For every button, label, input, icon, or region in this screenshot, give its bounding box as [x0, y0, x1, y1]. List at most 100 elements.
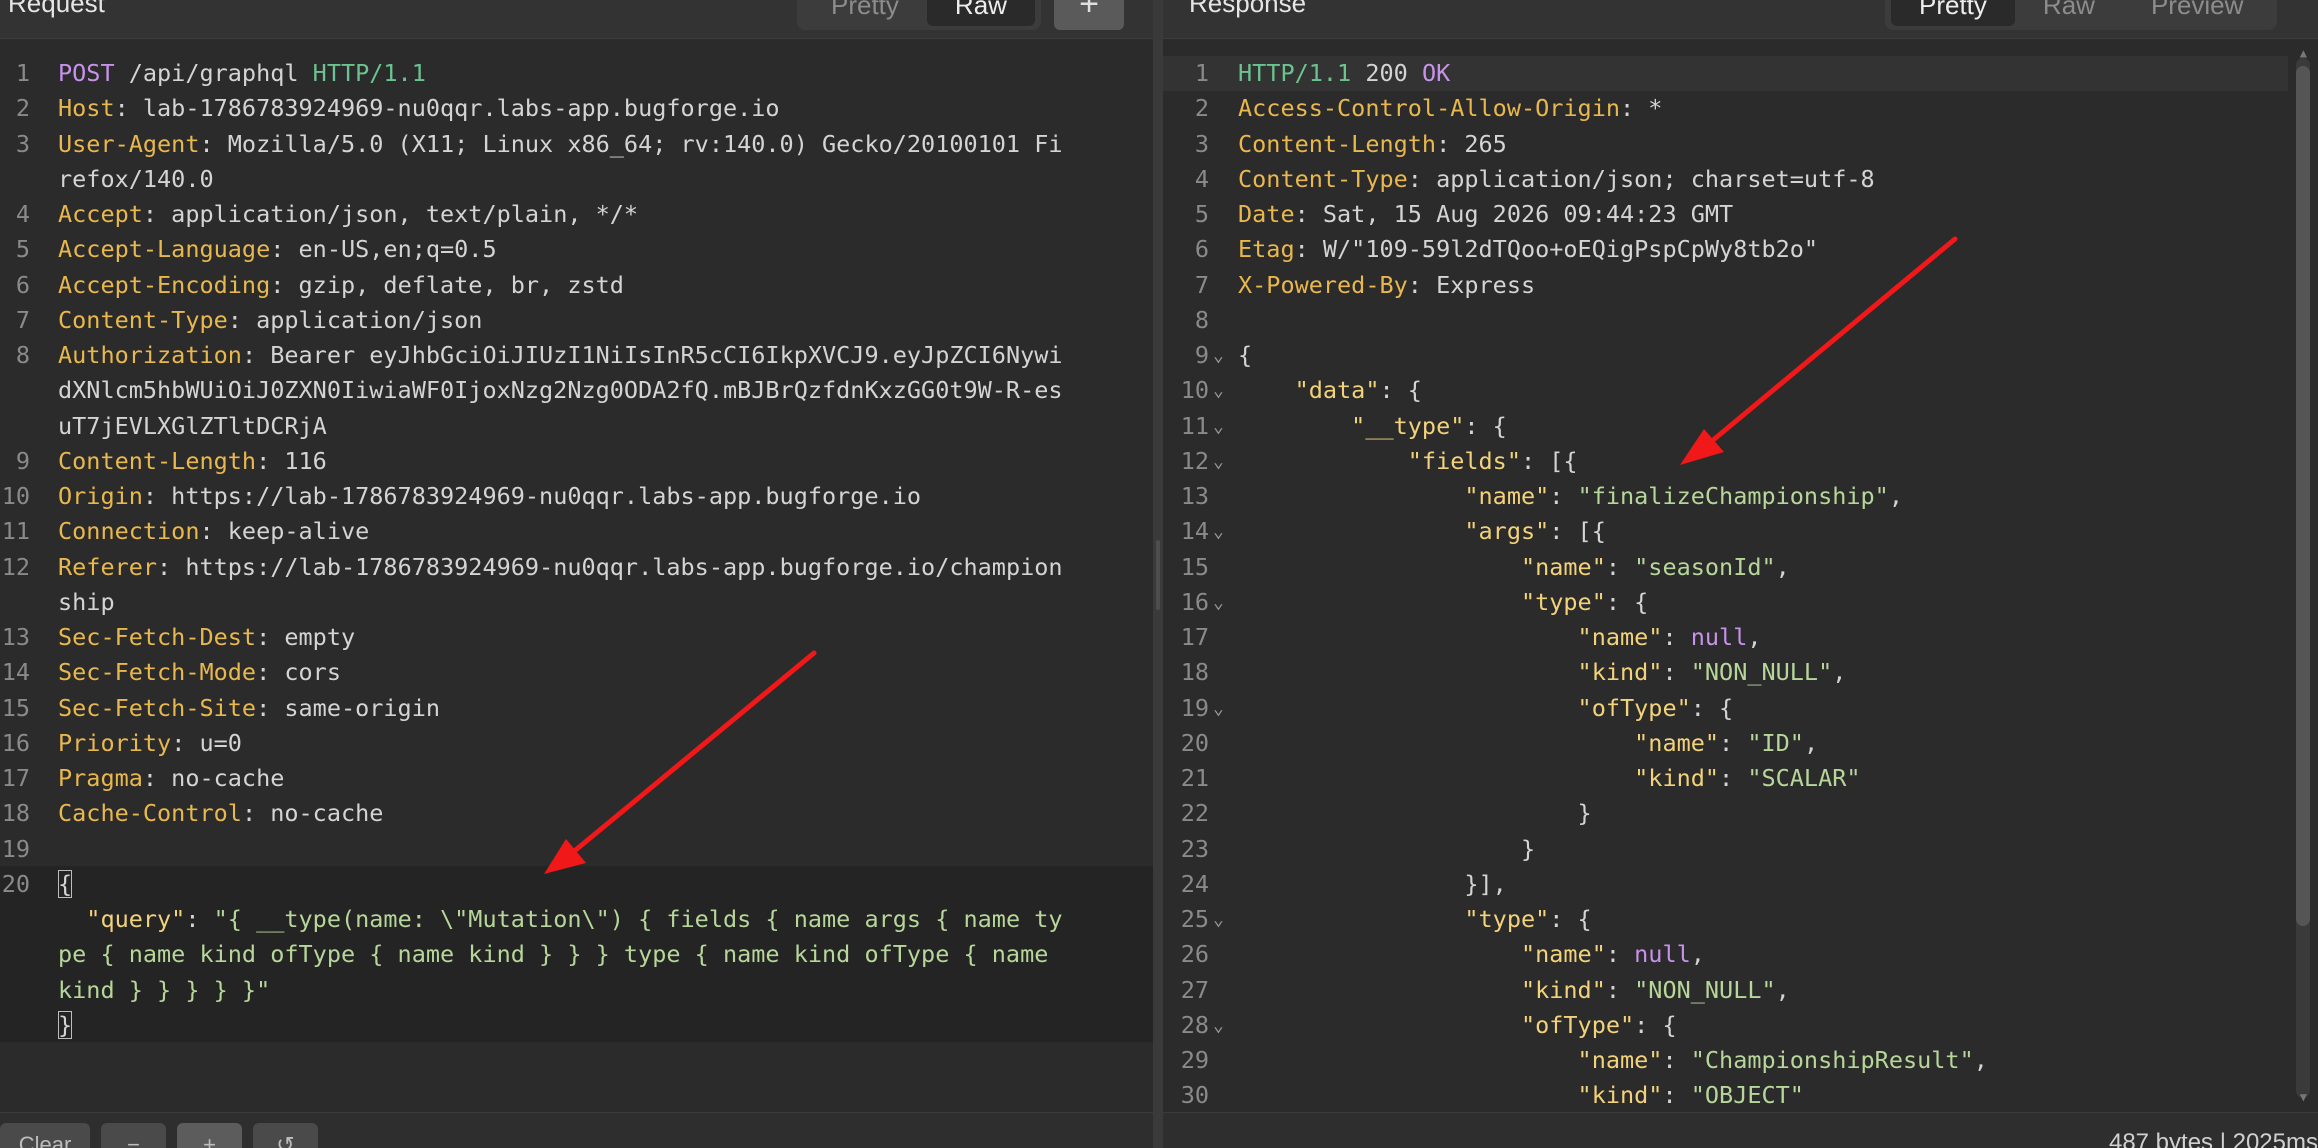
code-token: }	[1238, 799, 1592, 828]
code-line: 8	[1163, 303, 2318, 338]
line-number: 11	[1180, 411, 1209, 440]
fold-chevron-icon[interactable]: ⌄	[1213, 514, 1224, 549]
code-text: "data": {	[1238, 373, 1422, 408]
line-number: 24	[1180, 869, 1209, 898]
line-number: 28	[1180, 1010, 1209, 1039]
code-token: "NON_NULL"	[1634, 975, 1776, 1004]
line-number: 17	[1, 764, 30, 792]
code-token: : gzip, deflate, br, zstd	[270, 270, 624, 299]
code-token: : Bearer eyJhbGciOiJIUzI1NiIsInR5cCI6Ikp…	[241, 341, 1063, 369]
add-button[interactable]: +	[1054, 0, 1124, 30]
response-scrollbar[interactable]	[2296, 58, 2310, 1098]
code-token: X-Powered-By	[1238, 270, 1408, 299]
plus-button[interactable]: +	[177, 1123, 242, 1148]
code-text: {	[58, 867, 73, 902]
code-line: 20 "name": "ID",	[1163, 726, 2318, 761]
tab-pretty[interactable]: Pretty	[803, 0, 927, 26]
code-token: Access-Control-Allow-Origin	[1238, 94, 1621, 123]
code-line: "query": "{ __type(name: \"Mutation\") {…	[0, 902, 1153, 937]
clear-button[interactable]: Clear	[0, 1123, 90, 1148]
request-panel: Request Pretty Raw + 1 POST /api/graphql …	[0, 0, 1153, 1148]
code-token: Content-Length	[58, 446, 257, 475]
code-token: ,	[1747, 623, 1762, 651]
code-token: null	[1634, 940, 1691, 969]
code-line: refox/140.0	[0, 162, 1153, 197]
code-token: "finalizeChampionship"	[1577, 482, 1889, 510]
code-line: 26 "name": null,	[1163, 937, 2318, 972]
tab-preview[interactable]: Preview	[2123, 0, 2271, 26]
code-token: OK	[1421, 59, 1451, 87]
minus-button[interactable]: −	[101, 1123, 166, 1148]
tab-raw[interactable]: Raw	[926, 0, 1035, 26]
code-token: : {	[1464, 411, 1507, 440]
line-number: 5	[15, 235, 30, 264]
panel-divider[interactable]	[1153, 0, 1163, 1148]
tab-raw[interactable]: Raw	[2015, 0, 2123, 26]
fold-chevron-icon[interactable]: ⌄	[1213, 338, 1224, 373]
line-number: 6	[15, 270, 30, 299]
code-text: Cache-Control: no-cache	[58, 796, 383, 831]
code-line: 6 Etag: W/"109-59l2dTQoo+oEQigPspCpWy8tb2…	[1163, 232, 2318, 267]
response-editor[interactable]: 1 HTTP/1.1 200 OK 2 Access-Control-Allow-Or…	[1163, 56, 2318, 1114]
response-status: 487 bytes | 2025ms	[2108, 1129, 2318, 1148]
code-token: kind } } } } }"	[58, 975, 271, 1004]
code-line: 4 Accept: application/json, text/plain, *…	[0, 197, 1153, 232]
fold-chevron-icon[interactable]: ⌄	[1213, 373, 1224, 408]
code-token: : lab-1786783924969-nu0qqr.labs-app.bugf…	[114, 94, 780, 123]
code-token: Content-Length	[1238, 129, 1437, 158]
code-line: 14 Sec-Fetch-Mode: cors	[0, 655, 1153, 690]
fold-chevron-icon[interactable]: ⌄	[1213, 444, 1224, 479]
line-number: 19	[1180, 693, 1209, 722]
line-number: 26	[1180, 940, 1209, 969]
code-token: {	[1238, 341, 1253, 369]
line-number: 3	[1194, 129, 1209, 158]
code-text: Accept-Encoding: gzip, deflate, br, zstd	[58, 268, 624, 303]
fold-chevron-icon[interactable]: ⌄	[1213, 1008, 1224, 1043]
code-line: 16 ⌄ "type": {	[1163, 585, 2318, 620]
code-token: : no-cache	[241, 799, 384, 828]
scrollbar-thumb[interactable]	[2296, 66, 2310, 926]
code-token: : no-cache	[142, 764, 285, 792]
code-token: :	[1662, 1046, 1691, 1074]
line-number: 4	[15, 200, 30, 228]
request-editor[interactable]: 1 POST /api/graphql HTTP/1.1 2 Host: lab-17…	[0, 56, 1153, 1043]
code-token: : en-US,en;q=0.5	[270, 235, 497, 264]
line-number: 14	[1180, 517, 1209, 546]
undo-button[interactable]: ↺	[253, 1123, 318, 1148]
code-line: pe { name kind ofType { name kind } } } …	[0, 937, 1153, 972]
code-token: Accept	[58, 200, 143, 228]
line-number: 29	[1180, 1046, 1209, 1074]
fold-chevron-icon[interactable]: ⌄	[1213, 409, 1224, 444]
code-line: 14 ⌄ "args": [{	[1163, 514, 2318, 549]
code-text: kind } } } } }"	[58, 973, 270, 1008]
code-token: : Sat, 15 Aug 2026 09:44:23 GMT	[1294, 200, 1734, 228]
request-title: Request	[8, 0, 105, 18]
code-token: Sec-Fetch-Site	[58, 693, 257, 722]
code-line: 1 POST /api/graphql HTTP/1.1	[0, 56, 1153, 91]
line-number: 3	[15, 129, 30, 158]
fold-chevron-icon[interactable]: ⌄	[1213, 585, 1224, 620]
code-token: "data"	[1238, 376, 1380, 405]
code-text: Content-Length: 116	[58, 444, 327, 479]
code-text: Access-Control-Allow-Origin: *	[1238, 91, 1662, 126]
divider-grip[interactable]	[1156, 540, 1160, 610]
scroll-down-icon[interactable]: ▼	[2300, 1090, 2307, 1104]
code-token: Etag	[1238, 235, 1295, 264]
tab-pretty[interactable]: Pretty	[1891, 0, 2015, 26]
code-line: uT7jEVLXGlZTltDCRjA	[0, 409, 1153, 444]
code-token: : 116	[256, 446, 327, 475]
code-text: "__type": {	[1238, 409, 1507, 444]
code-token: Priority	[58, 728, 172, 757]
fold-chevron-icon[interactable]: ⌄	[1213, 691, 1224, 726]
code-line: 2 Host: lab-1786783924969-nu0qqr.labs-app…	[0, 91, 1153, 126]
code-token: POST	[58, 59, 115, 87]
fold-chevron-icon[interactable]: ⌄	[1213, 902, 1224, 937]
line-number: 14	[1, 658, 30, 687]
code-line: 17 "name": null,	[1163, 620, 2318, 655]
code-line: 12 ⌄ "fields": [{	[1163, 444, 2318, 479]
code-text: X-Powered-By: Express	[1238, 268, 1535, 303]
code-line: 27 "kind": "NON_NULL",	[1163, 973, 2318, 1008]
code-text: HTTP/1.1 200 OK	[1238, 56, 1450, 91]
code-text: "query": "{ __type(name: \"Mutation\") {…	[58, 902, 1062, 937]
code-line: 20 {	[0, 867, 1153, 902]
